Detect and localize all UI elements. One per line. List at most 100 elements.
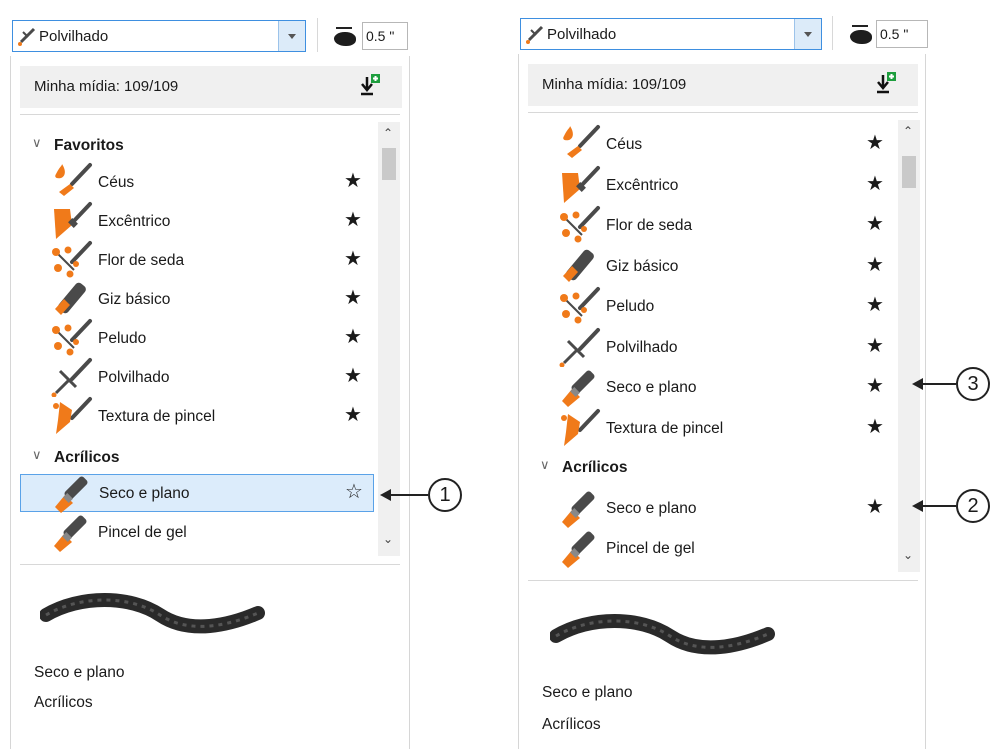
divider xyxy=(528,112,918,113)
brush-label: Peludo xyxy=(98,330,147,347)
brush-list-item[interactable]: Seco e plano ★ xyxy=(528,490,892,528)
splatter-brush-icon xyxy=(560,287,600,324)
star-outline-icon[interactable]: ☆ xyxy=(345,482,363,502)
brush-list-item[interactable]: Flor de seda ★ xyxy=(528,206,892,245)
brush-list-item[interactable]: Textura de pincel ★ xyxy=(528,408,892,448)
scroll-down-icon[interactable]: ⌄ xyxy=(383,532,393,546)
brush-list-item[interactable]: Textura de pincel ★ xyxy=(20,397,374,436)
preview-brush-name: Seco e plano xyxy=(34,664,125,681)
star-icon[interactable]: ★ xyxy=(344,171,362,191)
texture-brush-icon xyxy=(561,408,600,446)
flat-brush-icon xyxy=(55,476,88,513)
brush-list-item[interactable]: Flor de seda ★ xyxy=(20,241,374,280)
scrollbar-thumb[interactable] xyxy=(382,148,396,180)
brush-label: Polvilhado xyxy=(606,338,678,356)
dust-brush-icon xyxy=(526,25,544,44)
scroll-down-icon[interactable]: ⌄ xyxy=(903,548,913,562)
star-icon[interactable]: ★ xyxy=(866,336,884,356)
preview-brush-category: Acrílicos xyxy=(34,694,93,711)
chevron-down-icon xyxy=(804,32,812,37)
chalk-brush-icon xyxy=(563,249,594,282)
brush-list-item[interactable]: Seco e plano ★ xyxy=(528,369,892,407)
brush-list-item[interactable]: Excêntrico ★ xyxy=(528,165,892,205)
star-icon[interactable]: ★ xyxy=(344,288,362,308)
star-icon[interactable]: ★ xyxy=(344,327,362,347)
chevron-down-icon: ∨ xyxy=(32,135,42,150)
category-acrylics[interactable]: ∨ Acrílicos xyxy=(20,444,360,472)
star-icon[interactable]: ★ xyxy=(344,210,362,230)
nib-size-input[interactable]: 0.5 " xyxy=(362,22,408,50)
preview-brush-name: Seco e plano xyxy=(542,684,633,701)
brush-list: Céus ★ Excêntrico ★ Flor de seda ★ Giz bási… xyxy=(528,118,894,574)
star-icon[interactable]: ★ xyxy=(866,295,884,315)
scroll-up-icon[interactable]: ⌃ xyxy=(903,124,913,138)
category-acrylics[interactable]: ∨ Acrílicos xyxy=(528,454,878,482)
category-label: Acrílicos xyxy=(562,459,628,476)
splatter-brush-icon xyxy=(52,319,92,356)
dust-brush-icon xyxy=(18,27,36,46)
dropdown-selected-value: Polvilhado xyxy=(39,28,109,45)
dropdown-arrow-button[interactable] xyxy=(794,19,821,49)
brush-category-dropdown[interactable]: Polvilhado xyxy=(520,18,822,50)
brush-list-item[interactable]: Giz básico ★ xyxy=(528,248,892,286)
scroll-up-icon[interactable]: ⌃ xyxy=(383,126,393,140)
brush-label: Giz básico xyxy=(606,257,679,275)
category-label: Favoritos xyxy=(54,137,124,154)
callout-number: 1 xyxy=(428,478,462,512)
my-media-count: Minha mídia: 109/109 xyxy=(542,76,687,93)
brush-label: Excêntrico xyxy=(98,213,171,230)
dust-brush-icon xyxy=(559,327,600,367)
brush-list-item[interactable]: Céus ★ xyxy=(528,125,892,164)
callout-line xyxy=(390,494,428,496)
brush-list-item[interactable]: Peludo ★ xyxy=(528,287,892,326)
brush-list-item[interactable]: Polvilhado ★ xyxy=(528,327,892,367)
brush-category-dropdown[interactable]: Polvilhado xyxy=(12,20,306,52)
brush-label: Pincel de gel xyxy=(98,524,187,541)
my-media-count: Minha mídia: 109/109 xyxy=(34,78,179,95)
brush-list-item[interactable]: Pincel de gel xyxy=(20,514,374,552)
brush-label: Peludo xyxy=(606,298,655,315)
star-icon[interactable]: ★ xyxy=(866,214,884,234)
star-icon[interactable]: ★ xyxy=(344,366,362,386)
dropdown-arrow-button[interactable] xyxy=(278,21,305,51)
star-icon[interactable]: ★ xyxy=(866,255,884,275)
category-favorites[interactable]: ∨ Favoritos xyxy=(20,132,360,160)
brush-list-item[interactable]: Peludo ★ xyxy=(20,319,374,358)
star-icon[interactable]: ★ xyxy=(866,497,884,517)
dust-brush-icon xyxy=(51,358,92,397)
brush-list-item[interactable]: Céus ★ xyxy=(20,163,374,202)
star-icon[interactable]: ★ xyxy=(344,249,362,269)
flat-brush-icon xyxy=(562,491,595,528)
divider xyxy=(528,580,918,581)
brush-label: Seco e plano xyxy=(606,500,697,517)
brush-stroke-preview xyxy=(550,614,775,655)
scrollbar-thumb[interactable] xyxy=(902,156,916,188)
my-media-bar: Minha mídia: 109/109 xyxy=(20,66,402,108)
star-icon[interactable]: ★ xyxy=(866,133,884,153)
brush-list-item[interactable]: Giz básico ★ xyxy=(20,281,374,319)
callout-number: 3 xyxy=(956,367,990,401)
import-media-icon[interactable] xyxy=(358,73,382,97)
dropdown-selected-value: Polvilhado xyxy=(547,26,617,43)
star-icon[interactable]: ★ xyxy=(866,417,884,437)
texture-brush-icon xyxy=(53,397,92,434)
brush-list-item[interactable]: Excêntrico ★ xyxy=(20,202,374,241)
brush-label: Seco e plano xyxy=(606,379,697,396)
wedge-brush-icon xyxy=(54,202,92,239)
brush-label: Flor de seda xyxy=(606,217,693,234)
brush-label: Seco e plano xyxy=(99,485,190,502)
preview-brush-category: Acrílicos xyxy=(542,716,601,733)
brush-list-item[interactable]: Polvilhado ★ xyxy=(20,358,374,397)
star-icon[interactable]: ★ xyxy=(866,376,884,396)
divider xyxy=(20,114,400,115)
star-icon[interactable]: ★ xyxy=(866,174,884,194)
brush-list-item[interactable]: Seco e plano ☆ xyxy=(20,474,374,513)
brush-list-item[interactable]: Pincel de gel xyxy=(528,530,892,568)
nib-size-input[interactable]: 0.5 " xyxy=(876,20,928,48)
brush-stroke-preview xyxy=(40,593,265,634)
droplet-brush-icon xyxy=(55,163,92,196)
star-icon[interactable]: ★ xyxy=(344,405,362,425)
import-media-icon[interactable] xyxy=(874,71,898,95)
divider xyxy=(20,564,400,565)
brush-label: Polvilhado xyxy=(98,369,170,386)
